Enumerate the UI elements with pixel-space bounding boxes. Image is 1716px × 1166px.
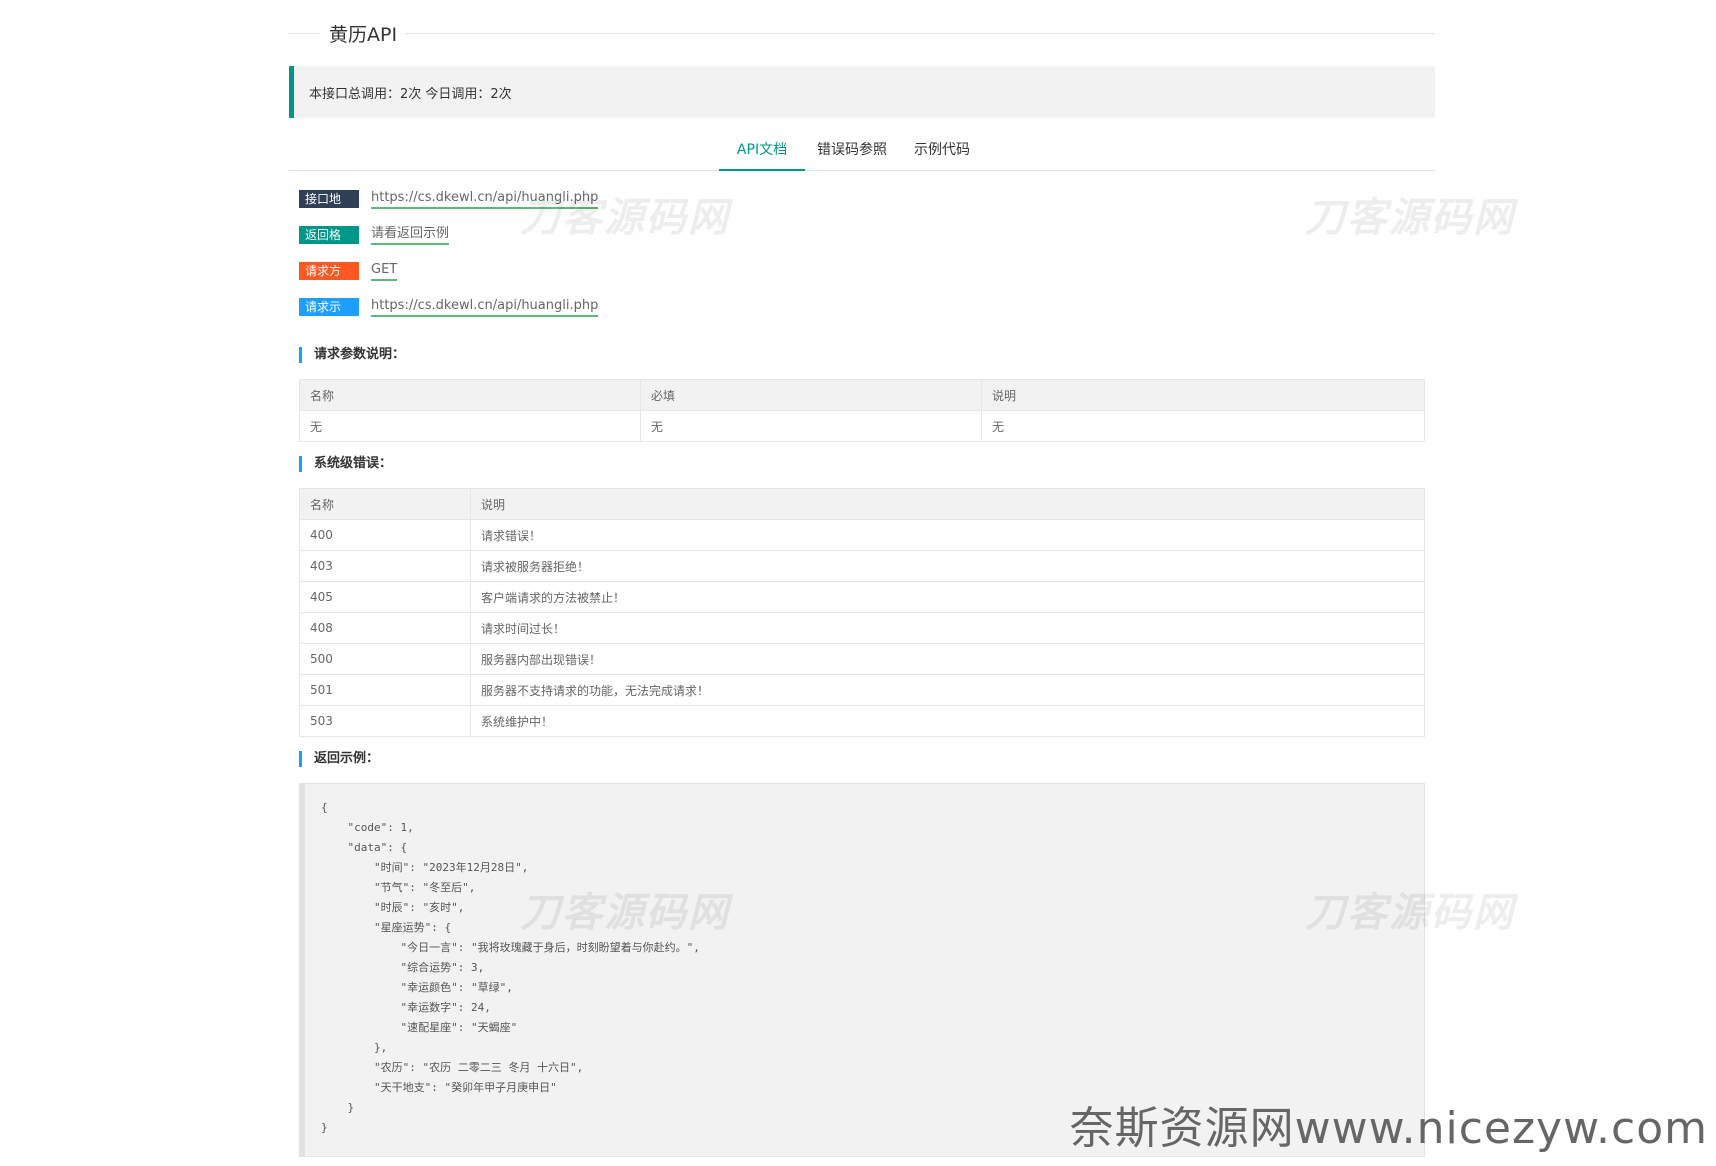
errors-header-row: 名称 说明 bbox=[299, 488, 1425, 520]
api-info: 接口地址： https://cs.dkewl.cn/api/huangli.ph… bbox=[289, 181, 1435, 332]
method-badge: 请求方式： bbox=[299, 262, 359, 296]
params-header-row: 名称 必填 说明 bbox=[299, 379, 1425, 411]
error-desc-cell: 服务器不支持请求的功能，无法完成请求！ bbox=[470, 674, 1425, 706]
tab-error-codes[interactable]: 错误码参照 bbox=[809, 130, 895, 170]
tab-api-doc[interactable]: API文档 bbox=[719, 130, 805, 171]
error-code-cell: 501 bbox=[299, 674, 471, 706]
errors-section-title: 系统级错误： bbox=[299, 456, 1435, 472]
errors-header-name: 名称 bbox=[299, 488, 471, 520]
format-link[interactable]: 请看返回示例 bbox=[371, 225, 450, 245]
info-row-address: 接口地址： https://cs.dkewl.cn/api/huangli.ph… bbox=[289, 181, 1435, 224]
param-name-cell: 无 bbox=[299, 410, 641, 442]
error-code-cell: 400 bbox=[299, 519, 471, 551]
table-row: 500 服务器内部出现错误！ bbox=[299, 643, 1425, 675]
info-row-method: 请求方式： GET bbox=[289, 253, 1435, 296]
error-code-cell: 408 bbox=[299, 612, 471, 644]
table-row: 503 系统维护中！ bbox=[299, 705, 1425, 737]
params-header-desc: 说明 bbox=[981, 379, 1425, 411]
call-stats-text: 本接口总调用：2次 今日调用：2次 bbox=[309, 86, 512, 102]
address-badge: 接口地址： bbox=[299, 190, 359, 224]
call-stats-bar: 本接口总调用：2次 今日调用：2次 bbox=[289, 66, 1435, 118]
error-code-cell: 503 bbox=[299, 705, 471, 737]
error-code-cell: 405 bbox=[299, 581, 471, 613]
method-value: GET bbox=[371, 261, 398, 281]
address-link[interactable]: https://cs.dkewl.cn/api/huangli.php bbox=[371, 189, 599, 209]
errors-header-desc: 说明 bbox=[470, 488, 1425, 520]
errors-table: 名称 说明 400 请求错误！ 403 请求被服务器拒绝！ 405 客户端请求的方法被… bbox=[299, 488, 1425, 737]
error-desc-cell: 服务器内部出现错误！ bbox=[470, 643, 1425, 675]
info-row-format: 返回格式： 请看返回示例 bbox=[289, 217, 1435, 260]
error-desc-cell: 请求时间过长！ bbox=[470, 612, 1425, 644]
error-desc-cell: 请求错误！ bbox=[470, 519, 1425, 551]
table-row: 405 客户端请求的方法被禁止！ bbox=[299, 581, 1425, 613]
error-desc-cell: 客户端请求的方法被禁止！ bbox=[470, 581, 1425, 613]
format-badge: 返回格式： bbox=[299, 226, 359, 260]
example-badge: 请求示例： bbox=[299, 298, 359, 332]
doc-tabs: API文档 错误码参照 示例代码 bbox=[289, 130, 1435, 171]
table-row: 403 请求被服务器拒绝！ bbox=[299, 550, 1425, 582]
table-row: 408 请求时间过长！ bbox=[299, 612, 1425, 644]
param-required-cell: 无 bbox=[640, 410, 982, 442]
error-code-cell: 403 bbox=[299, 550, 471, 582]
api-doc-container: 黄历API 本接口总调用：2次 今日调用：2次 API文档 错误码参照 示例代码… bbox=[289, 0, 1435, 1157]
footer-watermark: 奈斯资源网www.nicezyw.com bbox=[1069, 1103, 1708, 1154]
info-row-example: 请求示例： https://cs.dkewl.cn/api/huangli.ph… bbox=[289, 289, 1435, 332]
params-section-title: 请求参数说明： bbox=[299, 347, 1435, 363]
table-row: 无 无 无 bbox=[299, 410, 1425, 442]
params-header-required: 必填 bbox=[640, 379, 982, 411]
error-code-cell: 500 bbox=[299, 643, 471, 675]
header-rule-right bbox=[403, 33, 1435, 34]
error-desc-cell: 请求被服务器拒绝！ bbox=[470, 550, 1425, 582]
page-title: 黄历API bbox=[321, 20, 406, 47]
response-section-title: 返回示例： bbox=[299, 751, 1435, 767]
table-row: 400 请求错误！ bbox=[299, 519, 1425, 551]
params-header-name: 名称 bbox=[299, 379, 641, 411]
error-desc-cell: 系统维护中！ bbox=[470, 705, 1425, 737]
table-row: 501 服务器不支持请求的功能，无法完成请求！ bbox=[299, 674, 1425, 706]
page-header: 黄历API bbox=[289, 0, 1435, 66]
tab-sample-code[interactable]: 示例代码 bbox=[899, 130, 985, 170]
params-table: 名称 必填 说明 无 无 无 bbox=[299, 379, 1425, 442]
header-rule-left bbox=[289, 33, 319, 34]
param-desc-cell: 无 bbox=[981, 410, 1425, 442]
example-link[interactable]: https://cs.dkewl.cn/api/huangli.php bbox=[371, 297, 599, 317]
